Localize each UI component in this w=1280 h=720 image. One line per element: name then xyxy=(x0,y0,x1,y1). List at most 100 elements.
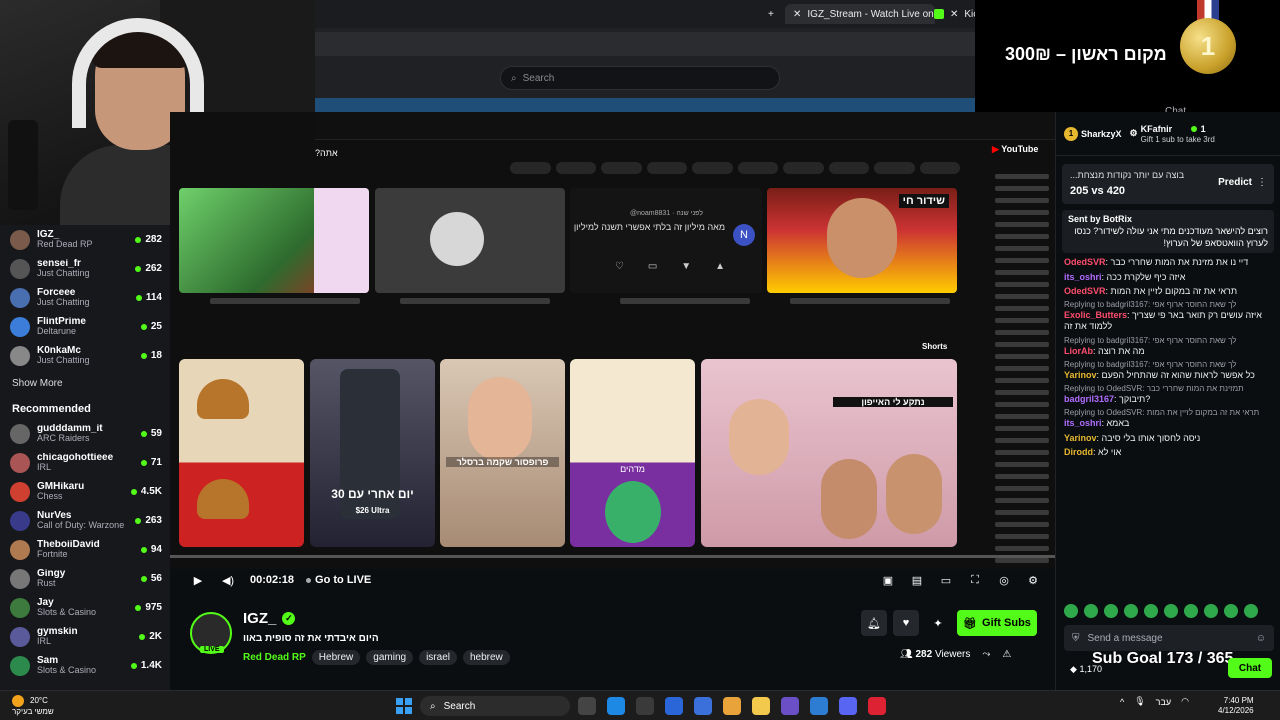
viewer-number: 4.5K xyxy=(140,486,162,497)
chat-username[interactable]: OdedSVR xyxy=(1064,286,1106,296)
sidebar-item-forceee[interactable]: Forceee Just Chatting 114 xyxy=(0,283,170,312)
tab-igz-stream[interactable]: ✕ IGZ_Stream - Watch Live on K xyxy=(785,4,943,24)
emote-icon[interactable] xyxy=(1244,604,1258,618)
heart-icon[interactable]: ♥ xyxy=(893,610,919,636)
windows-start-icon[interactable] xyxy=(396,698,412,714)
app-icon[interactable] xyxy=(694,697,712,715)
chat-username[interactable]: its_oshri xyxy=(1064,418,1102,428)
tag[interactable]: gaming xyxy=(366,650,414,665)
taskbar-search-label: Search xyxy=(443,700,476,712)
tag[interactable]: Hebrew xyxy=(311,650,361,665)
prediction-card[interactable]: ...בוצה עם יותר נקודות מנצחת 205 vs 420 … xyxy=(1062,164,1274,204)
more-icon[interactable]: ⋮ xyxy=(1257,177,1267,188)
app-icon[interactable] xyxy=(810,697,828,715)
discord-icon[interactable] xyxy=(839,697,857,715)
emote-icon[interactable] xyxy=(1104,604,1118,618)
bell-icon[interactable]: 🔔︎ xyxy=(861,610,887,636)
sidebar-item-sensei-fr[interactable]: sensei_fr Just Chatting 262 xyxy=(0,254,170,283)
taskbar-search[interactable]: ⌕ Search xyxy=(420,696,570,716)
folder-icon[interactable] xyxy=(752,697,770,715)
chat-username[interactable]: Yarinov xyxy=(1064,370,1097,380)
sparkle-icon[interactable]: ✦ xyxy=(925,610,951,636)
sidebar-item-gingy[interactable]: Gingy Rust 56 xyxy=(0,564,170,593)
emote-icon[interactable] xyxy=(1164,604,1178,618)
emote-icon[interactable] xyxy=(1124,604,1138,618)
video-progress-bar[interactable] xyxy=(170,555,1055,558)
video-player[interactable]: ?אתה ▶ YouTube @noam8831 · לפני שנה מאה … xyxy=(170,112,1055,569)
sidebar-item-gudddamm-it[interactable]: gudddamm_it ARC Raiders 59 xyxy=(0,419,170,448)
chat-send-button[interactable]: Chat xyxy=(1228,658,1272,678)
speed-icon[interactable]: ◎ xyxy=(996,574,1012,587)
users-icon: 👥︎ xyxy=(900,649,913,660)
address-bar[interactable] xyxy=(315,32,975,56)
sidebar-item-chicagohottieee[interactable]: chicagohottieee IRL 71 xyxy=(0,448,170,477)
chat-username[interactable]: Exolic_Butters xyxy=(1064,310,1127,320)
sidebar-item-flintprime[interactable]: FlintPrime Deltarune 25 xyxy=(0,312,170,341)
close-icon[interactable]: ✕ xyxy=(793,9,801,20)
chat-username[interactable]: badgril3167 xyxy=(1064,394,1114,404)
chat-username[interactable]: LiorAb xyxy=(1064,346,1093,356)
edge-icon[interactable] xyxy=(607,697,625,715)
clock[interactable]: 7:40 PM 4/12/2026 xyxy=(1218,696,1254,716)
live-dot-icon xyxy=(135,265,142,272)
emote-icon[interactable] xyxy=(1084,604,1098,618)
search-input[interactable]: ⌕ Search xyxy=(500,66,780,90)
chat-input[interactable]: ⛨ Send a message ☺ xyxy=(1064,625,1274,651)
share-icon[interactable]: ⤳ xyxy=(982,649,990,660)
gift-subs-button[interactable]: 🎁︎ Gift Subs xyxy=(957,610,1037,636)
sidebar-item-nurves[interactable]: NurVes Call of Duty: Warzone 263 xyxy=(0,506,170,535)
emote-icon[interactable] xyxy=(1064,604,1078,618)
chat-username[interactable]: Dirodd xyxy=(1064,447,1093,457)
tag[interactable]: hebrew xyxy=(462,650,510,665)
chat-username[interactable]: its_oshri xyxy=(1064,272,1102,282)
report-icon[interactable]: ⚠ xyxy=(1002,649,1011,660)
emote-icon[interactable] xyxy=(1184,604,1198,618)
sidebar-item-theboiidavid[interactable]: TheboiiDavid Fortnite 94 xyxy=(0,535,170,564)
volume-icon[interactable]: ◀) xyxy=(220,574,236,587)
chat-username[interactable]: Yarinov xyxy=(1064,433,1097,443)
go-to-live-button[interactable]: Go to LIVE xyxy=(306,574,371,586)
chrome-icon[interactable] xyxy=(723,697,741,715)
sidebar-item-igz-[interactable]: IGZ_ Red Dead RP 282 xyxy=(0,225,170,254)
teams-icon[interactable] xyxy=(781,697,799,715)
chat-message: OdedSVR: דיי נו את מזינת את המות שחררי כ… xyxy=(1064,257,1272,268)
channel-name[interactable]: IGZ_ ✓ xyxy=(243,610,296,627)
category-link[interactable]: Red Dead RP xyxy=(243,652,306,663)
new-tab-icon[interactable]: + xyxy=(760,4,782,24)
theater-icon[interactable]: ▭ xyxy=(938,574,954,587)
settings-icon[interactable]: ⚙ xyxy=(1025,574,1041,587)
store-icon[interactable] xyxy=(636,697,654,715)
app-icon[interactable] xyxy=(868,697,886,715)
sidebar-item-gymskin[interactable]: gymskin IRL 2K xyxy=(0,622,170,651)
clip-icon[interactable]: ▣ xyxy=(880,574,896,587)
weather-widget[interactable]: 20°C שמשי בעיקר xyxy=(12,695,54,717)
sidebar-item-jay[interactable]: Jay Slots & Casino 975 xyxy=(0,593,170,622)
tag[interactable]: israel xyxy=(419,650,457,665)
emoji-icon[interactable]: ☺ xyxy=(1256,633,1266,644)
emote-icon[interactable] xyxy=(1204,604,1218,618)
sidebar-item-gmhikaru[interactable]: GMHikaru Chess 4.5K xyxy=(0,477,170,506)
predict-button[interactable]: Predict xyxy=(1218,177,1252,188)
clock-date: 4/12/2026 xyxy=(1218,706,1254,715)
app-icon[interactable] xyxy=(665,697,683,715)
sidebar-item-k0nkamc[interactable]: K0nkaMc Just Chatting 18 xyxy=(0,341,170,370)
gifter[interactable]: 1 SharkzyX xyxy=(1064,126,1122,141)
pinned-text: רוצים להישאר מעודכנים מתי אני עולה לשידו… xyxy=(1074,226,1268,248)
emote-icon[interactable] xyxy=(1144,604,1158,618)
gifter[interactable]: ⚙︎ KFafnir 1 Gift 1 sub to take 3rd xyxy=(1130,124,1215,144)
sidebar-item-sam[interactable]: Sam Slots & Casino 1.4K xyxy=(0,651,170,680)
language-indicator[interactable]: עבר xyxy=(1156,697,1171,707)
task-view-icon[interactable] xyxy=(578,697,596,715)
pip-icon[interactable]: ▤ xyxy=(909,574,925,587)
play-icon[interactable]: ▶ xyxy=(190,574,206,587)
chat-username[interactable]: OdedSVR xyxy=(1064,257,1106,267)
wifi-icon[interactable]: ◠ xyxy=(1181,696,1189,707)
show-more-link[interactable]: Show More xyxy=(0,370,170,397)
like-icon: ▲ xyxy=(715,261,725,272)
fullscreen-icon[interactable]: ⛶ xyxy=(967,574,983,587)
close-icon[interactable]: ✕ xyxy=(950,9,958,20)
mic-icon[interactable]: 🎙︎ xyxy=(1134,696,1145,707)
video-thumbnail xyxy=(179,188,369,293)
chevron-up-icon[interactable]: ^ xyxy=(1120,697,1124,707)
emote-icon[interactable] xyxy=(1224,604,1238,618)
